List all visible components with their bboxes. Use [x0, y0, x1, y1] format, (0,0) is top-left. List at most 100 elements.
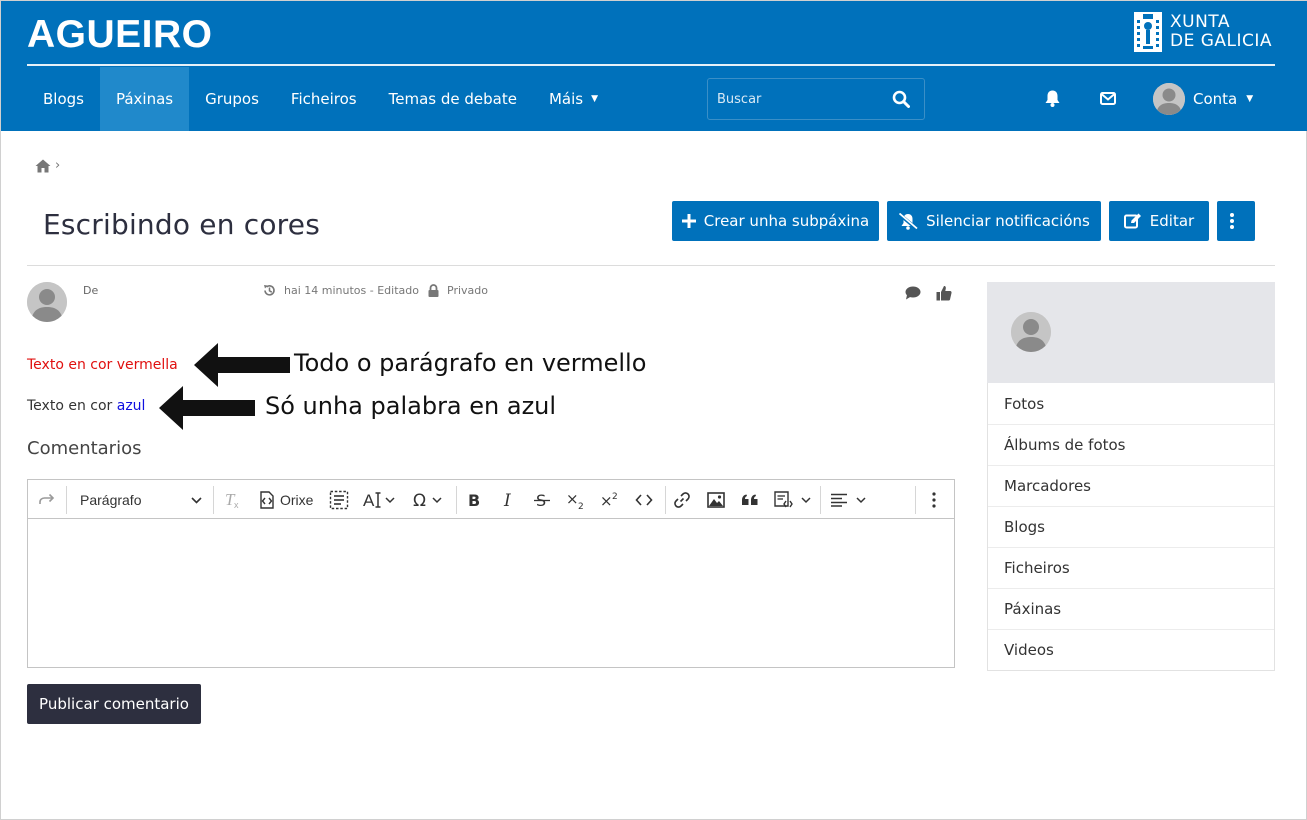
- vertical-ellipsis-icon: [932, 492, 936, 508]
- font-size-icon: A: [363, 491, 381, 509]
- account-label: Conta: [1193, 90, 1238, 108]
- sidebar-item-paxinas[interactable]: Páxinas: [988, 588, 1274, 629]
- svg-text:Ω: Ω: [413, 491, 426, 509]
- svg-text:B: B: [468, 491, 480, 509]
- comment-icon: [905, 286, 921, 300]
- brand-line-2: DE GALICIA: [1170, 31, 1273, 51]
- annotation-blue: Só unha palabra en azul: [265, 392, 557, 420]
- author-avatar[interactable]: [27, 282, 67, 322]
- editor-content-area[interactable]: [28, 520, 954, 667]
- comments-heading: Comentarios: [27, 438, 142, 459]
- search-input[interactable]: [708, 79, 878, 119]
- search-icon: [892, 90, 910, 108]
- svg-text:I: I: [503, 491, 511, 509]
- mute-notifications-label: Silenciar notificacións: [926, 212, 1090, 230]
- nav-ficheiros[interactable]: Ficheiros: [275, 67, 373, 131]
- nav-mais[interactable]: Máis ▼: [533, 67, 614, 131]
- xunta-logo[interactable]: XUNTA DE GALICIA: [1134, 12, 1272, 52]
- edit-button[interactable]: Editar: [1109, 201, 1209, 241]
- comment-button[interactable]: [905, 286, 921, 300]
- source-button[interactable]: Orixe: [257, 489, 313, 511]
- publish-comment-button[interactable]: Publicar comentario: [27, 684, 201, 724]
- blockquote-button[interactable]: [741, 489, 759, 511]
- title-divider: [27, 265, 1275, 266]
- sidebar-item-ficheiros[interactable]: Ficheiros: [988, 547, 1274, 588]
- main-nav: Blogs Páxinas Grupos Ficheiros Temas de …: [27, 67, 614, 131]
- arrow-left-icon: [159, 386, 255, 430]
- bell-icon: [1045, 90, 1060, 107]
- user-icon: [1153, 83, 1185, 115]
- strikethrough-button[interactable]: S: [534, 489, 550, 511]
- like-button[interactable]: [936, 285, 952, 301]
- notifications-button[interactable]: [1045, 90, 1060, 107]
- avatar: [1153, 83, 1185, 115]
- nav-temas-de-debate[interactable]: Temas de debate: [373, 67, 533, 131]
- select-all-button[interactable]: [329, 489, 349, 511]
- redo-button[interactable]: [38, 489, 56, 511]
- special-characters-dropdown[interactable]: Ω: [412, 489, 442, 511]
- toolbar-separator: [665, 486, 666, 514]
- subscript-icon: × 2: [566, 490, 584, 510]
- paragraph-format-dropdown[interactable]: Parágrafo: [80, 489, 202, 511]
- image-icon: [707, 492, 725, 508]
- bell-slash-icon: [898, 212, 919, 230]
- create-subpage-label: Crear unha subpáxina: [703, 212, 870, 230]
- brand-line-1: XUNTA: [1170, 12, 1230, 32]
- align-left-icon: [831, 493, 847, 507]
- annotation-red: Todo o parágrafo en vermello: [294, 349, 647, 377]
- envelope-icon: [1100, 92, 1116, 105]
- superscript-icon: × 2: [600, 492, 618, 510]
- comment-editor: Parágrafo T x Orixe A Ω B I S × 2 × 2: [27, 479, 955, 668]
- search-button[interactable]: [892, 90, 910, 108]
- sidebar-item-videos[interactable]: Videos: [988, 629, 1274, 670]
- red-paragraph: Texto en cor vermella: [27, 357, 178, 373]
- create-subpage-button[interactable]: Crear unha subpáxina: [672, 201, 879, 241]
- link-icon: [674, 492, 690, 508]
- toolbar-separator: [915, 486, 916, 514]
- post-privacy-text: Privado: [447, 284, 488, 297]
- sidebar-item-marcadores[interactable]: Marcadores: [988, 465, 1274, 506]
- nav-grupos[interactable]: Grupos: [189, 67, 275, 131]
- alignment-dropdown[interactable]: [831, 489, 866, 511]
- source-code-icon: [260, 491, 274, 509]
- remove-format-button[interactable]: T x: [224, 489, 242, 511]
- image-button[interactable]: [707, 489, 725, 511]
- italic-button[interactable]: I: [502, 489, 516, 511]
- sidebar-item-blogs[interactable]: Blogs: [988, 506, 1274, 547]
- toolbar-separator: [820, 486, 821, 514]
- messages-button[interactable]: [1100, 92, 1116, 105]
- plus-icon: [681, 214, 696, 228]
- home-icon[interactable]: [35, 159, 51, 173]
- nav-paxinas[interactable]: Páxinas: [99, 67, 190, 131]
- link-button[interactable]: [673, 489, 691, 511]
- italic-icon: I: [503, 491, 511, 509]
- account-menu[interactable]: Conta ▼: [1153, 83, 1253, 115]
- more-options-button[interactable]: [1217, 201, 1255, 241]
- bold-button[interactable]: B: [467, 489, 483, 511]
- nav-blogs[interactable]: Blogs: [27, 67, 100, 131]
- svg-text:x: x: [234, 500, 239, 509]
- insert-code-block-dropdown[interactable]: [774, 489, 811, 511]
- toolbar-more-button[interactable]: [932, 489, 936, 511]
- svg-text:2: 2: [612, 492, 618, 502]
- site-title[interactable]: AGUEIRO: [27, 13, 213, 57]
- paragraph-format-label: Parágrafo: [80, 492, 142, 508]
- code-button[interactable]: [635, 489, 653, 511]
- superscript-button[interactable]: × 2: [600, 489, 620, 511]
- sidebar-item-albums[interactable]: Álbums de fotos: [988, 424, 1274, 465]
- subscript-button[interactable]: × 2: [566, 489, 586, 511]
- font-size-dropdown[interactable]: A: [363, 489, 395, 511]
- owner-avatar[interactable]: [1011, 312, 1051, 352]
- user-icon: [27, 282, 67, 322]
- lock-icon: [428, 284, 439, 297]
- post-privacy: Privado: [428, 284, 488, 297]
- owner-card: [987, 282, 1275, 383]
- paragraph-text: Texto en cor: [27, 398, 117, 414]
- mute-notifications-button[interactable]: Silenciar notificacións: [887, 201, 1101, 241]
- remove-format-icon: T x: [225, 491, 239, 509]
- blue-word: azul: [116, 398, 146, 414]
- chevron-down-icon: [432, 496, 442, 503]
- arrow-left-icon: [194, 343, 290, 387]
- sidebar-item-fotos[interactable]: Fotos: [988, 383, 1274, 424]
- bold-icon: B: [468, 491, 480, 509]
